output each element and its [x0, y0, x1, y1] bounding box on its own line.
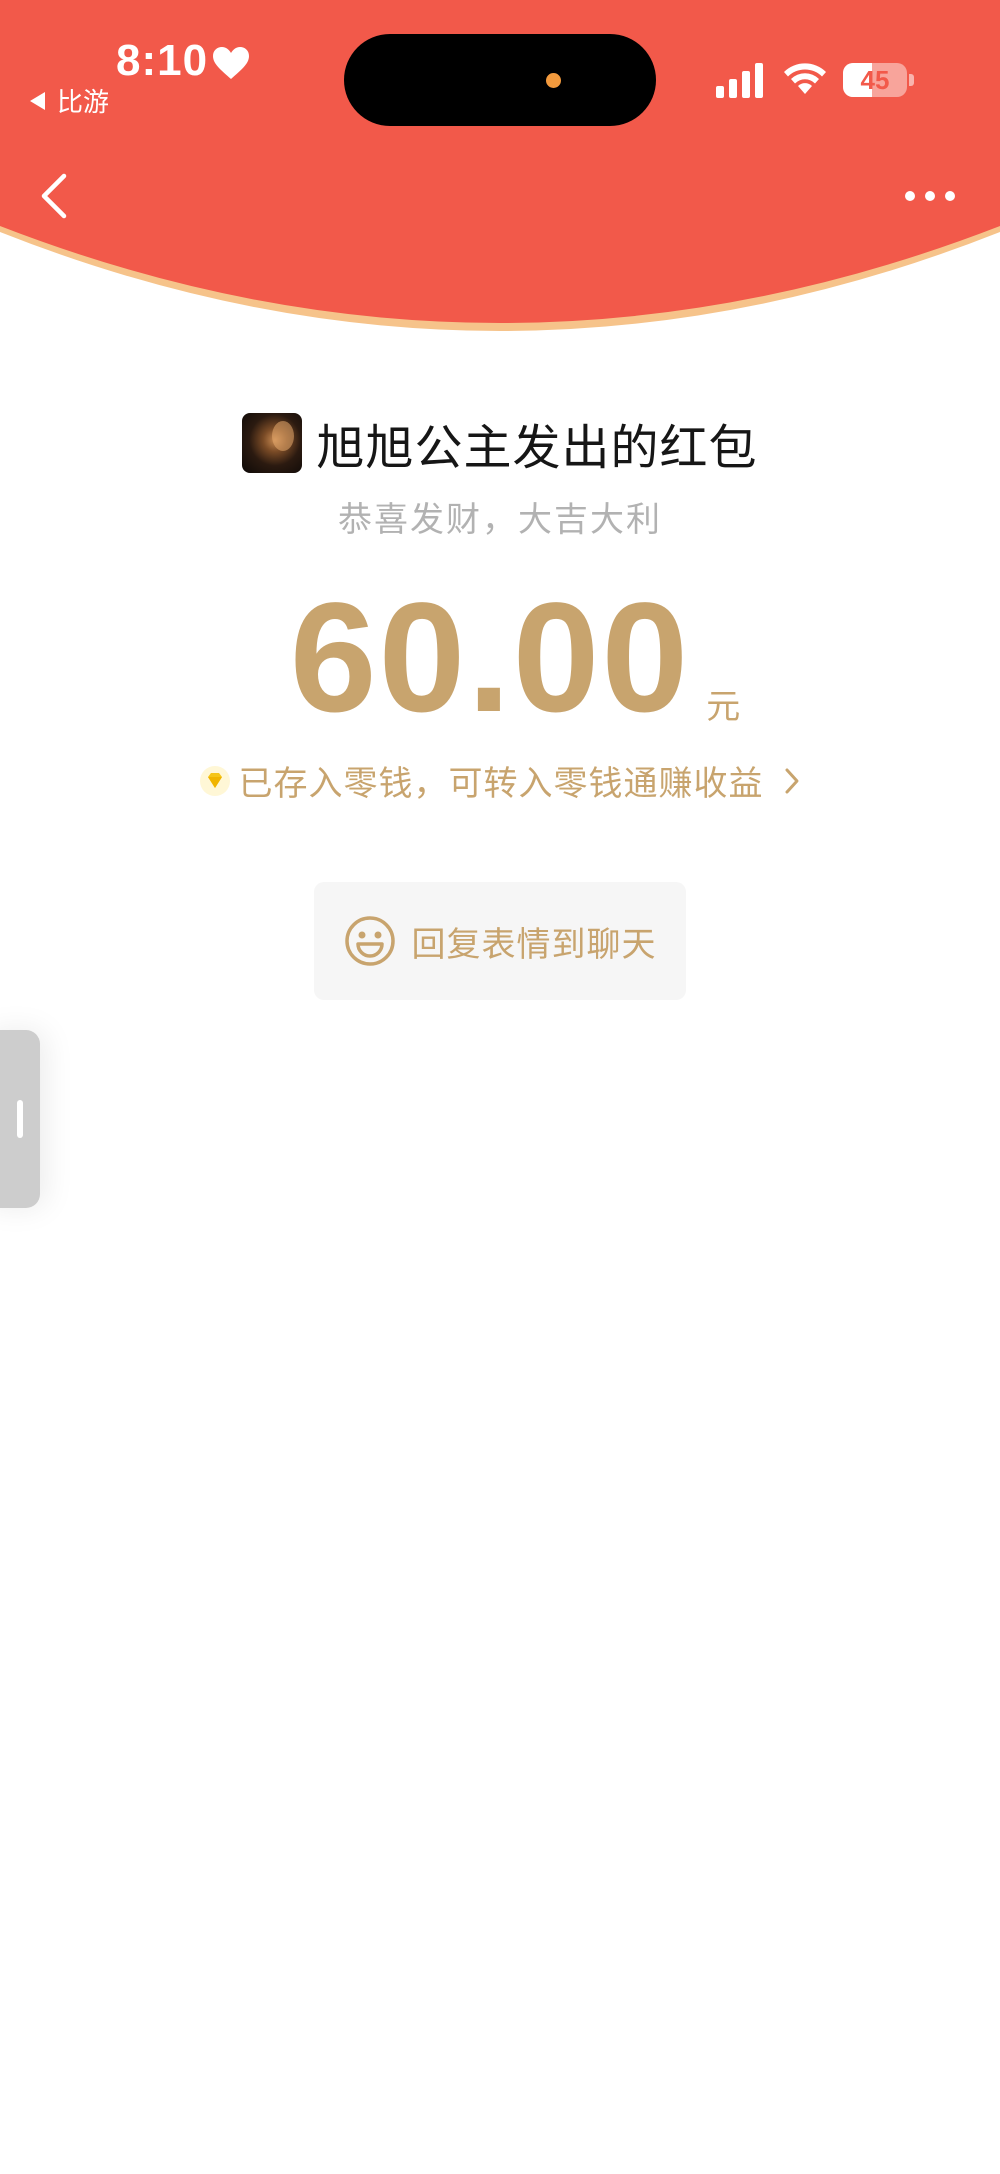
status-time: 8:10	[116, 36, 209, 85]
chevron-right-icon	[785, 768, 798, 793]
back-triangle-icon	[30, 91, 45, 110]
battery-icon: 45	[843, 63, 907, 97]
greeting-text: 恭喜发财，大吉大利	[338, 500, 662, 540]
amount-row: 60.00 元	[0, 580, 1000, 736]
diamond-icon	[199, 765, 230, 796]
sender-title: 旭旭公主发出的红包	[316, 420, 758, 476]
camera-indicator-dot	[546, 73, 561, 88]
dynamic-island	[344, 34, 656, 126]
battery-level-text: 45	[860, 64, 890, 95]
signal-icon	[716, 63, 763, 98]
reply-label: 回复表情到聊天	[411, 924, 657, 965]
more-dots-icon[interactable]	[900, 178, 960, 214]
back-to-app-button[interactable]: 比游	[30, 82, 109, 119]
back-app-label: 比游	[57, 88, 110, 118]
sender-row: 旭旭公主发出的红包	[0, 408, 1000, 478]
red-packet-detail-page: 8:10 比游 45 旭旭公主发出的红包 恭喜发财，大吉大利 60.00 元 已…	[0, 0, 1000, 2174]
smile-icon	[344, 916, 395, 966]
amount-value: 60.00	[289, 571, 691, 745]
reply-emoji-button[interactable]: 回复表情到聊天	[314, 882, 686, 1000]
saved-to-change-link[interactable]: 已存入零钱，可转入零钱通赚收益	[0, 756, 1000, 805]
avatar[interactable]	[242, 413, 303, 473]
wifi-icon	[784, 63, 826, 94]
chevron-left-icon[interactable]	[36, 170, 76, 222]
heart-icon	[213, 47, 249, 79]
handle-grip	[17, 1100, 23, 1138]
saved-text: 已存入零钱，可转入零钱通赚收益	[238, 764, 764, 804]
battery-cap	[909, 74, 914, 86]
side-floating-handle[interactable]	[0, 1030, 40, 1208]
currency-unit: 元	[706, 687, 741, 727]
